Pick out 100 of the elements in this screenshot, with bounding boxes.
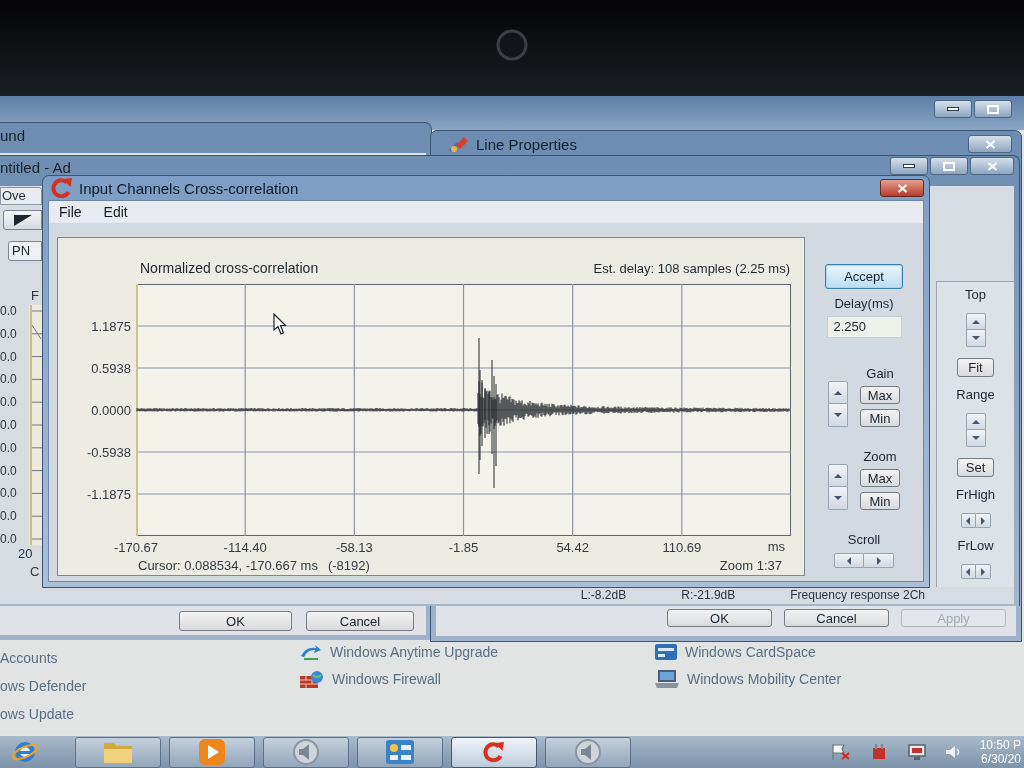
control-panel-link[interactable]: Accounts	[0, 651, 58, 665]
cursor-readout: Cursor: 0.088534, -170.667 ms	[138, 558, 318, 573]
caret-up-icon	[834, 473, 842, 478]
minimize-button[interactable]	[934, 100, 972, 118]
axis-tick-label: 110.69	[662, 540, 702, 555]
spin-up-button[interactable]	[828, 464, 848, 487]
spin-down-button[interactable]	[828, 487, 848, 510]
view-tab[interactable]: Ove	[0, 187, 42, 205]
cancel-button[interactable]: Cancel	[306, 611, 414, 631]
cancel-button[interactable]: Cancel	[784, 609, 889, 627]
scale-label: 0.0	[0, 464, 18, 477]
caret-right-icon	[980, 516, 985, 525]
mouse-pointer-icon	[273, 313, 287, 335]
control-panel-link[interactable]: ows Update	[0, 707, 74, 721]
max-button[interactable]: Max	[860, 469, 900, 487]
window-title: ntitled - Ad	[0, 158, 71, 176]
scale-label: 20	[18, 547, 33, 561]
control-panel-link[interactable]: ows Defender	[0, 679, 87, 693]
delay-estimate: Est. delay: 108 samples (2.25 ms)	[593, 261, 790, 276]
panel-button[interactable]: Set	[957, 458, 994, 477]
panel-label: Range	[956, 388, 995, 402]
close-icon	[984, 139, 996, 149]
panel-button[interactable]: Fit	[957, 358, 994, 377]
close-button[interactable]	[880, 179, 924, 197]
caret-down-icon	[834, 413, 842, 417]
panel-label: FrHigh	[956, 488, 995, 502]
maximize-button[interactable]	[930, 157, 968, 175]
spin-right-button[interactable]	[864, 553, 894, 568]
scale-label: 0.0	[0, 487, 18, 500]
status-text: L:-8.2dB	[580, 589, 627, 602]
max-button[interactable]: Max	[860, 386, 900, 404]
ok-button[interactable]: OK	[667, 609, 772, 627]
taskbar-button[interactable]	[263, 736, 349, 768]
panel-icon	[386, 740, 414, 764]
cursor-index: (-8192)	[327, 558, 370, 573]
caret-down-icon	[971, 336, 980, 340]
spin-left-button[interactable]	[960, 513, 976, 528]
control-panel-link[interactable]: Windows Anytime Upgrade	[330, 645, 499, 659]
taskbar-button[interactable]	[75, 736, 161, 768]
volume-icon	[945, 745, 960, 759]
accept-button[interactable]: Accept	[825, 264, 903, 289]
flag-icon	[831, 744, 850, 760]
zoom-readout: Zoom 1:37	[719, 558, 782, 573]
taskbar-button[interactable]	[451, 736, 537, 768]
minimize-icon	[903, 164, 915, 168]
close-button[interactable]	[968, 135, 1012, 153]
taskbar-button[interactable]	[357, 736, 443, 768]
toolbar-button[interactable]	[3, 210, 42, 230]
circular-arrow-icon	[51, 178, 73, 198]
taskbar-button[interactable]	[545, 736, 631, 768]
control-panel-link[interactable]: Windows Firewall	[332, 672, 441, 686]
maximize-icon	[987, 104, 999, 114]
scale-label: 0.0	[0, 327, 18, 340]
field-label: Delay(ms)	[834, 296, 894, 311]
taskbar-button[interactable]	[169, 736, 255, 768]
scale-label: 0.0	[0, 373, 18, 386]
axis-tick-label: 0.0000	[91, 402, 131, 418]
maximize-button[interactable]	[974, 100, 1012, 118]
control-panel-link[interactable]: Windows CardSpace	[685, 645, 816, 659]
min-button[interactable]: Min	[860, 409, 900, 427]
scale-label: 0.0	[0, 510, 18, 523]
circular-arrow-icon	[483, 742, 505, 762]
scale-label: 0.0	[0, 532, 18, 545]
menu-item[interactable]: File	[59, 204, 82, 220]
spin-down-button[interactable]	[965, 430, 986, 447]
spin-down-button[interactable]	[965, 330, 986, 347]
minimize-button[interactable]	[890, 157, 928, 175]
panel-label: FrLow	[957, 539, 994, 553]
clock-time: 10:50 P	[979, 738, 1021, 752]
caret-down-icon	[834, 496, 842, 500]
spin-left-button[interactable]	[834, 553, 864, 568]
control-panel-link[interactable]: Windows Mobility Center	[687, 672, 842, 686]
axis-tick-label: -114.40	[223, 540, 267, 555]
axis-tick-label: -1.1875	[86, 486, 131, 502]
close-button[interactable]	[970, 157, 1014, 175]
window-title: und	[0, 127, 26, 144]
cable-icon	[448, 135, 470, 153]
folder-icon	[103, 740, 133, 764]
ok-button[interactable]: OK	[179, 611, 292, 631]
window-title: Line Properties	[476, 135, 577, 153]
caret-up-icon	[971, 319, 980, 324]
spin-up-button[interactable]	[828, 381, 848, 404]
spin-left-button[interactable]	[960, 564, 976, 579]
laptop-icon	[655, 670, 679, 688]
clock-date: 6/30/20	[980, 752, 1021, 766]
spin-down-button[interactable]	[828, 404, 848, 427]
camera-lens-icon	[496, 29, 528, 61]
preset-dropdown[interactable]: PN	[8, 241, 42, 261]
menu-item[interactable]: Edit	[103, 204, 128, 220]
axis-tick-label: -1.85	[448, 540, 479, 555]
caret-down-icon	[971, 436, 980, 440]
caret-right-icon	[980, 567, 985, 576]
spin-up-button[interactable]	[965, 413, 986, 430]
scale-label: 0.0	[0, 305, 18, 317]
spin-up-button[interactable]	[965, 313, 986, 330]
delay-field[interactable]: 2.250	[826, 316, 902, 338]
caret-left-icon	[966, 516, 970, 525]
min-button[interactable]: Min	[860, 492, 900, 510]
caret-up-icon	[834, 390, 842, 395]
axis-tick-label: 1.1875	[91, 318, 131, 334]
